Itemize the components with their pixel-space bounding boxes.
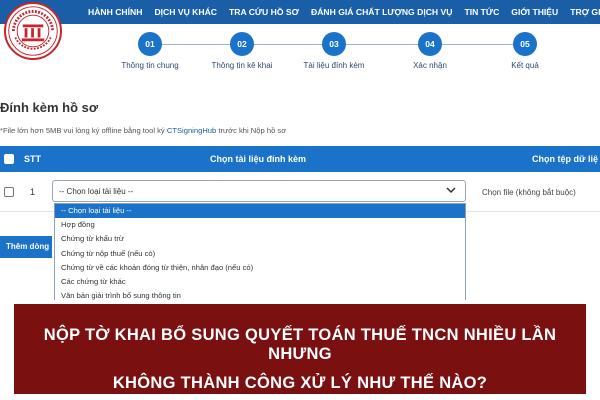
section-title: Đính kèm hồ sơ	[0, 100, 99, 115]
logo-emblem	[8, 6, 58, 56]
step-4[interactable]: 04 Xác nhận	[385, 32, 475, 70]
chevron-down-icon	[446, 187, 456, 194]
upload-note: *File lớn hơn 5MB vui lòng ký offline bằ…	[0, 126, 286, 135]
nav-item-tin-tuc[interactable]: TIN TỨC	[464, 7, 499, 17]
select-value: -- Chọn loại tài liệu --	[59, 187, 134, 196]
step-number: 01	[138, 32, 162, 56]
step-5[interactable]: 05 Kết quả	[480, 32, 570, 70]
note-suffix: trước khi Nộp hồ sơ	[218, 126, 287, 135]
title-banner: NỘP TỜ KHAI BỔ SUNG QUYẾT TOÁN THUẾ TNCN…	[0, 300, 600, 400]
thu-vien-phap-luat-logo	[4, 2, 62, 60]
header-choose-doc: Chọn tài liệu đính kèm	[210, 154, 307, 164]
header-choose-file: Chọn tệp dữ liệ	[532, 154, 599, 164]
add-row-button[interactable]: Thêm dòng	[0, 236, 52, 258]
step-label: Tài liệu đính kèm	[303, 61, 365, 70]
top-navigation: HÀNH CHÍNH DỊCH VỤ KHÁC TRA CỨU HỒ SƠ ĐÁ…	[0, 0, 600, 24]
header-stt: STT	[24, 154, 41, 164]
step-number: 05	[513, 32, 537, 56]
table-header: STT Chọn tài liệu đính kèm Chọn tệp dữ l…	[0, 146, 600, 172]
step-label: Thông tin kê khai	[211, 61, 273, 70]
step-label: Thông tin chung	[121, 61, 179, 70]
choose-file-button[interactable]: Chọn file (không bắt buộc)	[482, 188, 576, 197]
banner-box: NỘP TỜ KHAI BỔ SUNG QUYẾT TOÁN THUẾ TNCN…	[14, 304, 586, 394]
row-checkbox[interactable]	[4, 187, 14, 197]
step-label: Xác nhận	[413, 61, 447, 70]
step-number: 02	[230, 32, 254, 56]
row-stt: 1	[30, 187, 36, 197]
step-label: Kết quả	[511, 61, 539, 70]
nav-item-dich-vu-khac[interactable]: DỊCH VỤ KHÁC	[154, 7, 217, 17]
document-type-select[interactable]: -- Chọn loại tài liệu --	[52, 180, 466, 202]
document-type-dropdown: -- Chọn loại tài liệu -- Hợp đồng Chứng …	[54, 203, 466, 303]
step-2[interactable]: 02 Thông tin kê khai	[197, 32, 287, 70]
dropdown-option[interactable]: Chứng từ nộp thuế (nếu có)	[55, 247, 465, 261]
banner-line-1: NỘP TỜ KHAI BỔ SUNG QUYẾT TOÁN THUẾ TNCN…	[43, 326, 557, 363]
select-all-checkbox[interactable]	[4, 154, 14, 164]
step-1[interactable]: 01 Thông tin chung	[105, 32, 195, 70]
nav-item-gioi-thieu[interactable]: GIỚI THIỆU	[511, 7, 558, 17]
dropdown-option[interactable]: -- Chọn loại tài liệu --	[55, 204, 465, 219]
progress-stepper: 01 Thông tin chung 02 Thông tin kê khai …	[105, 32, 565, 76]
banner-line-2: KHÔNG THÀNH CÔNG XỬ LÝ NHƯ THẾ NÀO?	[112, 374, 488, 392]
nav-item-hanh-chinh[interactable]: HÀNH CHÍNH	[88, 7, 142, 17]
dropdown-option[interactable]: Chứng từ khấu trừ	[55, 232, 465, 246]
nav-item-danh-gia[interactable]: ĐÁNH GIÁ CHẤT LƯỢNG DỊCH VỤ	[311, 7, 452, 17]
ctsigninghub-link[interactable]: CTSigningHub	[167, 126, 216, 135]
step-3[interactable]: 03 Tài liệu đính kèm	[289, 32, 379, 70]
dropdown-option[interactable]: Các chứng từ khác	[55, 275, 465, 289]
dropdown-option[interactable]: Chứng từ về các khoản đóng từ thiện, nhâ…	[55, 261, 465, 275]
note-text: *File lớn hơn 5MB vui lòng ký offline bằ…	[0, 126, 165, 135]
nav-item-tro-giup[interactable]: TRỢ GIÚP	[570, 7, 600, 17]
step-number: 04	[418, 32, 442, 56]
dropdown-option[interactable]: Hợp đồng	[55, 218, 465, 232]
step-number: 03	[322, 32, 346, 56]
nav-item-tra-cuu-ho-so[interactable]: TRA CỨU HỒ SƠ	[229, 7, 299, 17]
